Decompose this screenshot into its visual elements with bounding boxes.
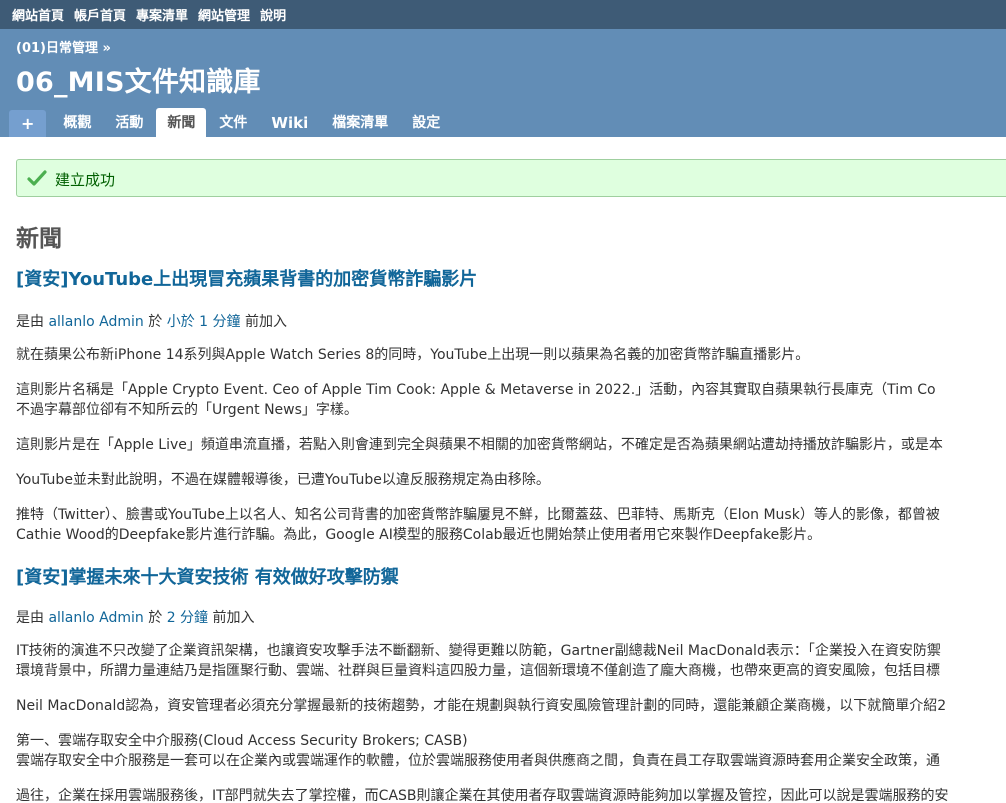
paragraph-line: 第一、雲端存取安全中介服務(Cloud Access Security Brok… (16, 733, 468, 749)
news-paragraph: 這則影片是在「Apple Live」頻道串流直播，若點入則會連到完全與蘋果不相關… (16, 435, 943, 455)
tab-files[interactable]: 檔案清單 (321, 110, 399, 137)
news-item: [資安]掌握未來十大資安技術 有效做好攻擊防禦 是由 allanlo Admin… (16, 563, 1006, 803)
top-menu-administration[interactable]: 網站管理 (198, 5, 250, 24)
news-paragraph: 過往，企業在採用雲端服務後，IT部門就失去了掌控權，而CASB則讓企業在其使用者… (16, 786, 949, 803)
paragraph-line: Neil MacDonald認為，資安管理者必須充分掌握最新的技術趨勢，才能在規… (16, 698, 947, 714)
new-object-button[interactable]: + (9, 110, 47, 137)
time-link[interactable]: 小於 1 分鐘 (167, 314, 241, 330)
top-menu-home[interactable]: 網站首頁 (12, 5, 64, 24)
time-link[interactable]: 2 分鐘 (167, 610, 208, 626)
news-paragraph: 這則影片名稱是「Apple Crypto Event. Ceo of Apple… (16, 380, 936, 420)
main-menu: + 概觀 活動 新聞 文件 Wiki 檔案清單 設定 (9, 108, 453, 137)
meta-suffix: 前加入 (244, 314, 287, 330)
tab-settings[interactable]: 設定 (401, 110, 451, 137)
page-heading: 新聞 (16, 226, 62, 252)
top-menu-my-page[interactable]: 帳戶首頁 (74, 5, 126, 24)
paragraph-line: Cathie Wood的Deepfake影片進行詐騙。為此，Google AI模… (16, 527, 822, 543)
paragraph-line: 這則影片是在「Apple Live」頻道串流直播，若點入則會連到完全與蘋果不相關… (16, 437, 943, 453)
tab-wiki[interactable]: Wiki (260, 110, 319, 137)
tab-news[interactable]: 新聞 (156, 108, 207, 137)
flash-notice: 建立成功 (16, 159, 1006, 197)
meta-suffix: 前加入 (212, 610, 255, 626)
news-meta: 是由 allanlo Admin 於 2 分鐘 前加入 (16, 607, 255, 627)
paragraph-line: YouTube並未對此說明，不過在媒體報導後，已遭YouTube以違反服務規定為… (16, 472, 550, 488)
top-menu: 網站首頁 帳戶首頁 專案清單 網站管理 說明 (0, 0, 1006, 29)
top-menu-help[interactable]: 說明 (260, 5, 286, 24)
tab-overview[interactable]: 概觀 (52, 110, 102, 137)
meta-mid: 於 (148, 610, 163, 626)
tab-documents[interactable]: 文件 (208, 110, 258, 137)
paragraph-line: 過往，企業在採用雲端服務後，IT部門就失去了掌控權，而CASB則讓企業在其使用者… (16, 788, 949, 803)
top-menu-projects[interactable]: 專案清單 (136, 5, 188, 24)
breadcrumb[interactable]: (01)日常管理 » (16, 37, 111, 56)
checkmark-icon (27, 170, 47, 186)
news-paragraph: Neil MacDonald認為，資安管理者必須充分掌握最新的技術趨勢，才能在規… (16, 696, 946, 716)
flash-message: 建立成功 (55, 171, 116, 189)
paragraph-line: 就在蘋果公布新iPhone 14系列與Apple Watch Series 8的… (16, 347, 810, 363)
project-header: (01)日常管理 » 06_MIS文件知識庫 + 概觀 活動 新聞 文件 Wik… (0, 29, 1006, 137)
news-item: [資安]YouTube上出現冒充蘋果背書的加密貨幣詐騙影片 是由 allanlo… (16, 265, 1006, 543)
meta-mid: 於 (148, 314, 163, 330)
paragraph-line: 雲端存取安全中介服務是一套可以在企業內或雲端運作的軟體，位於雲端服務使用者與供應… (16, 753, 940, 769)
tab-activity[interactable]: 活動 (104, 110, 154, 137)
news-paragraph: 推特（Twitter）、臉書或YouTube上以名人、知名公司背書的加密貨幣詐騙… (16, 505, 940, 545)
news-title-link[interactable]: [資安]掌握未來十大資安技術 有效做好攻擊防禦 (16, 563, 1006, 589)
main-content: 建立成功 新聞 [資安]YouTube上出現冒充蘋果背書的加密貨幣詐騙影片 是由… (0, 137, 1006, 803)
paragraph-line: 這則影片名稱是「Apple Crypto Event. Ceo of Apple… (16, 382, 936, 398)
paragraph-line: 環境背景中，所謂力量連結乃是指匯聚行動、雲端、社群與巨量資料這四股力量，這個新環… (16, 663, 940, 679)
author-link[interactable]: allanlo Admin (48, 314, 143, 330)
paragraph-line: IT技術的演進不只改變了企業資訊架構，也讓資安攻擊手法不斷翻新、變得更難以防範，… (16, 643, 941, 659)
paragraph-line: 推特（Twitter）、臉書或YouTube上以名人、知名公司背書的加密貨幣詐騙… (16, 507, 940, 523)
news-paragraph: 第一、雲端存取安全中介服務(Cloud Access Security Brok… (16, 731, 940, 771)
news-meta: 是由 allanlo Admin 於 小於 1 分鐘 前加入 (16, 311, 287, 331)
paragraph-line: 不過字幕部位卻有不知所云的「Urgent News」字樣。 (16, 402, 358, 418)
project-title: 06_MIS文件知識庫 (16, 67, 261, 98)
meta-prefix: 是由 (16, 314, 44, 330)
news-paragraph: IT技術的演進不只改變了企業資訊架構，也讓資安攻擊手法不斷翻新、變得更難以防範，… (16, 641, 941, 681)
news-title-link[interactable]: [資安]YouTube上出現冒充蘋果背書的加密貨幣詐騙影片 (16, 265, 1006, 291)
news-paragraph: 就在蘋果公布新iPhone 14系列與Apple Watch Series 8的… (16, 345, 809, 365)
author-link[interactable]: allanlo Admin (48, 610, 143, 626)
meta-prefix: 是由 (16, 610, 44, 626)
news-paragraph: YouTube並未對此說明，不過在媒體報導後，已遭YouTube以違反服務規定為… (16, 470, 550, 490)
